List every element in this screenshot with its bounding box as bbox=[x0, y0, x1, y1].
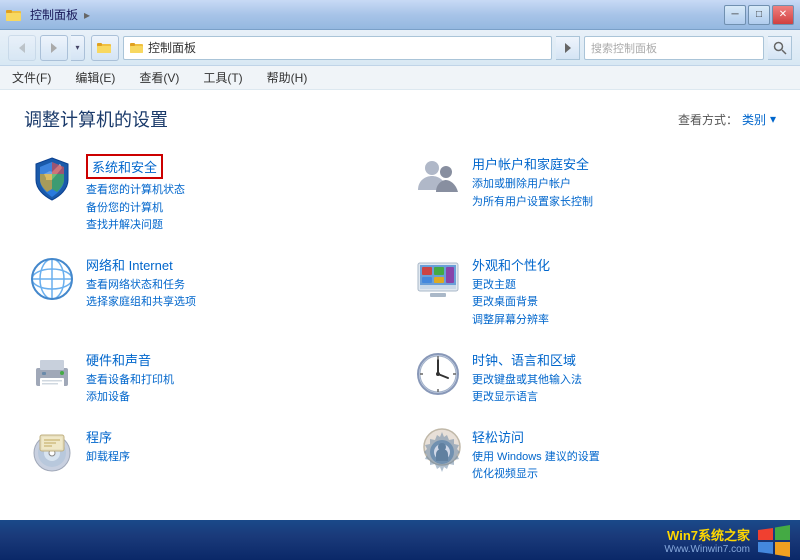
view-dropdown-icon[interactable]: ▾ bbox=[770, 112, 776, 126]
taskbar-main-text: Win7系统之家 bbox=[664, 525, 750, 544]
sub-item[interactable]: 查找并解决问题 bbox=[86, 217, 386, 235]
nav-dropdown-button[interactable]: ▾ bbox=[71, 35, 85, 61]
shield-icon bbox=[28, 154, 76, 202]
sub-item[interactable]: 更改键盘或其他输入法 bbox=[472, 372, 772, 390]
user-accounts-icon bbox=[414, 154, 462, 202]
search-placeholder: 搜索控制面板 bbox=[591, 40, 657, 56]
maximize-button[interactable]: □ bbox=[748, 5, 770, 25]
sub-item[interactable]: 更改桌面背景 bbox=[472, 294, 772, 312]
menu-edit[interactable]: 编辑(E) bbox=[71, 67, 119, 88]
search-button[interactable] bbox=[768, 36, 792, 60]
panel-ease-title[interactable]: 轻松访问 bbox=[472, 427, 772, 446]
address-bar[interactable]: 控制面板 bbox=[123, 36, 552, 60]
panel-programs-title[interactable]: 程序 bbox=[86, 427, 386, 446]
panel-system-security-title[interactable]: 系统和安全 bbox=[86, 154, 163, 179]
view-label: 查看方式： bbox=[678, 111, 738, 128]
back-button[interactable] bbox=[8, 35, 36, 61]
title-bar-left: 控制面板 ▸ bbox=[6, 6, 92, 23]
network-icon bbox=[28, 255, 76, 303]
panel-appearance-subs: 更改主题 更改桌面背景 调整屏幕分辨率 bbox=[472, 277, 772, 330]
windows-logo bbox=[756, 522, 792, 558]
folder-icon bbox=[6, 7, 22, 23]
sub-item[interactable]: 更改显示语言 bbox=[472, 389, 772, 407]
panel-ease-subs: 使用 Windows 建议的设置 优化视频显示 bbox=[472, 449, 772, 484]
taskbar: Win7系统之家 Www.Winwin7.com bbox=[0, 520, 800, 560]
sub-item[interactable]: 备份您的计算机 bbox=[86, 200, 386, 218]
panel-user-accounts[interactable]: 用户帐户和家庭安全 添加或删除用户帐户 为所有用户设置家长控制 bbox=[410, 148, 776, 241]
panel-clock[interactable]: 时钟、语言和区域 更改键盘或其他输入法 更改显示语言 bbox=[410, 344, 776, 413]
panel-system-security-text: 系统和安全 查看您的计算机状态 备份您的计算机 查找并解决问题 bbox=[86, 154, 386, 235]
panels-grid: 系统和安全 查看您的计算机状态 备份您的计算机 查找并解决问题 bbox=[24, 148, 776, 490]
panel-appearance-text: 外观和个性化 更改主题 更改桌面背景 调整屏幕分辨率 bbox=[472, 255, 772, 330]
content-header: 调整计算机的设置 查看方式： 类别 ▾ bbox=[24, 106, 776, 132]
sub-item[interactable]: 优化视频显示 bbox=[472, 466, 772, 484]
panel-user-accounts-title[interactable]: 用户帐户和家庭安全 bbox=[472, 154, 772, 173]
panel-clock-text: 时钟、语言和区域 更改键盘或其他输入法 更改显示语言 bbox=[472, 350, 772, 407]
sub-item[interactable]: 添加设备 bbox=[86, 389, 386, 407]
address-refresh-button[interactable] bbox=[556, 36, 580, 60]
search-icon bbox=[773, 41, 787, 55]
panel-clock-title[interactable]: 时钟、语言和区域 bbox=[472, 350, 772, 369]
search-bar[interactable]: 搜索控制面板 bbox=[584, 36, 764, 60]
panel-network-title[interactable]: 网络和 Internet bbox=[86, 255, 386, 274]
title-bar: 控制面板 ▸ ─ □ ✕ bbox=[0, 0, 800, 30]
minimize-button[interactable]: ─ bbox=[724, 5, 746, 25]
panel-hardware-subs: 查看设备和打印机 添加设备 bbox=[86, 372, 386, 407]
clock-icon bbox=[414, 350, 462, 398]
address-separator: ▸ bbox=[84, 8, 90, 22]
sub-item[interactable]: 选择家庭组和共享选项 bbox=[86, 294, 386, 312]
main-content: 调整计算机的设置 查看方式： 类别 ▾ bbox=[0, 90, 800, 520]
address-folder-icon bbox=[130, 42, 144, 54]
taskbar-branding: Win7系统之家 Www.Winwin7.com bbox=[664, 525, 750, 555]
panel-programs[interactable]: 程序 卸载程序 bbox=[24, 421, 390, 490]
panel-hardware-text: 硬件和声音 查看设备和打印机 添加设备 bbox=[86, 350, 386, 407]
panel-user-accounts-text: 用户帐户和家庭安全 添加或删除用户帐户 为所有用户设置家长控制 bbox=[472, 154, 772, 211]
window-title: 控制面板 bbox=[30, 6, 78, 23]
sub-item[interactable]: 查看设备和打印机 bbox=[86, 372, 386, 390]
menu-view[interactable]: 查看(V) bbox=[135, 67, 183, 88]
panel-system-security-subs: 查看您的计算机状态 备份您的计算机 查找并解决问题 bbox=[86, 182, 386, 235]
address-text: 控制面板 bbox=[148, 39, 196, 56]
title-bar-controls[interactable]: ─ □ ✕ bbox=[724, 5, 794, 25]
sub-item[interactable]: 卸载程序 bbox=[86, 449, 386, 467]
sub-item[interactable]: 调整屏幕分辨率 bbox=[472, 312, 772, 330]
taskbar-logo: Win7系统之家 Www.Winwin7.com bbox=[664, 522, 792, 558]
page-title: 调整计算机的设置 bbox=[24, 106, 168, 132]
sub-item[interactable]: 查看您的计算机状态 bbox=[86, 182, 386, 200]
navigation-bar: ▾ 控制面板 搜索控制面板 bbox=[0, 30, 800, 66]
panel-network[interactable]: 网络和 Internet 查看网络状态和任务 选择家庭组和共享选项 bbox=[24, 249, 390, 336]
menu-help[interactable]: 帮助(H) bbox=[263, 67, 312, 88]
panel-ease-text: 轻松访问 使用 Windows 建议的设置 优化视频显示 bbox=[472, 427, 772, 484]
view-options: 查看方式： 类别 ▾ bbox=[678, 111, 776, 128]
panel-appearance[interactable]: 外观和个性化 更改主题 更改桌面背景 调整屏幕分辨率 bbox=[410, 249, 776, 336]
panel-network-text: 网络和 Internet 查看网络状态和任务 选择家庭组和共享选项 bbox=[86, 255, 386, 312]
sub-item[interactable]: 添加或删除用户帐户 bbox=[472, 176, 772, 194]
panel-system-security[interactable]: 系统和安全 查看您的计算机状态 备份您的计算机 查找并解决问题 bbox=[24, 148, 390, 241]
panel-hardware[interactable]: 硬件和声音 查看设备和打印机 添加设备 bbox=[24, 344, 390, 413]
close-button[interactable]: ✕ bbox=[772, 5, 794, 25]
panel-ease[interactable]: 轻松访问 使用 Windows 建议的设置 优化视频显示 bbox=[410, 421, 776, 490]
forward-button[interactable] bbox=[40, 35, 68, 61]
panel-network-subs: 查看网络状态和任务 选择家庭组和共享选项 bbox=[86, 277, 386, 312]
ease-icon bbox=[414, 427, 462, 475]
view-value[interactable]: 类别 bbox=[742, 111, 766, 128]
programs-icon bbox=[28, 427, 76, 475]
sub-item[interactable]: 为所有用户设置家长控制 bbox=[472, 194, 772, 212]
panel-hardware-title[interactable]: 硬件和声音 bbox=[86, 350, 386, 369]
menu-bar: 文件(F) 编辑(E) 查看(V) 工具(T) 帮助(H) bbox=[0, 66, 800, 90]
sub-item[interactable]: 查看网络状态和任务 bbox=[86, 277, 386, 295]
panel-clock-subs: 更改键盘或其他输入法 更改显示语言 bbox=[472, 372, 772, 407]
appearance-icon bbox=[414, 255, 462, 303]
panel-user-accounts-subs: 添加或删除用户帐户 为所有用户设置家长控制 bbox=[472, 176, 772, 211]
hardware-icon bbox=[28, 350, 76, 398]
panel-appearance-title[interactable]: 外观和个性化 bbox=[472, 255, 772, 274]
menu-tools[interactable]: 工具(T) bbox=[199, 67, 246, 88]
sub-item[interactable]: 使用 Windows 建议的设置 bbox=[472, 449, 772, 467]
panel-programs-text: 程序 卸载程序 bbox=[86, 427, 386, 467]
panel-programs-subs: 卸载程序 bbox=[86, 449, 386, 467]
sub-item[interactable]: 更改主题 bbox=[472, 277, 772, 295]
taskbar-sub-text: Www.Winwin7.com bbox=[664, 544, 750, 555]
menu-file[interactable]: 文件(F) bbox=[8, 67, 55, 88]
recent-button[interactable] bbox=[91, 35, 119, 61]
